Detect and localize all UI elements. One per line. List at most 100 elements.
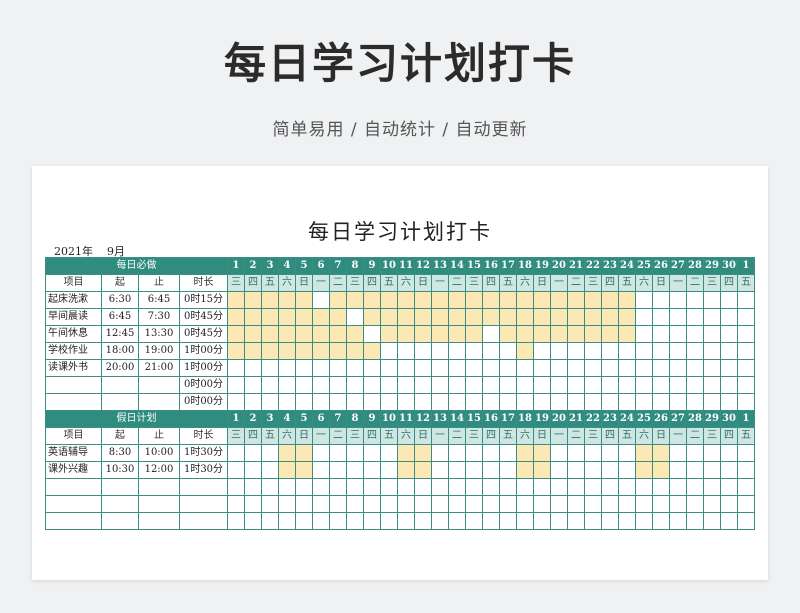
checkin-cell[interactable] xyxy=(397,495,415,513)
checkin-cell[interactable] xyxy=(737,461,755,479)
checkin-cell-done[interactable] xyxy=(516,461,534,479)
checkin-cell[interactable] xyxy=(431,512,449,530)
checkin-cell[interactable] xyxy=(652,478,670,496)
task-name[interactable] xyxy=(45,376,102,394)
checkin-cell[interactable] xyxy=(720,376,738,394)
checkin-cell[interactable] xyxy=(652,308,670,326)
checkin-cell-done[interactable] xyxy=(465,308,483,326)
checkin-cell-done[interactable] xyxy=(261,325,279,343)
checkin-cell[interactable] xyxy=(244,495,262,513)
checkin-cell[interactable] xyxy=(669,461,687,479)
checkin-cell[interactable] xyxy=(686,291,704,309)
checkin-cell[interactable] xyxy=(312,291,330,309)
task-end[interactable] xyxy=(138,495,180,513)
checkin-cell-done[interactable] xyxy=(329,342,347,360)
checkin-cell[interactable] xyxy=(448,359,466,377)
checkin-cell[interactable] xyxy=(227,461,245,479)
checkin-cell[interactable] xyxy=(652,393,670,411)
checkin-cell[interactable] xyxy=(414,512,432,530)
checkin-cell[interactable] xyxy=(482,512,500,530)
checkin-cell[interactable] xyxy=(533,342,551,360)
checkin-cell[interactable] xyxy=(737,291,755,309)
checkin-cell[interactable] xyxy=(618,512,636,530)
checkin-cell[interactable] xyxy=(601,478,619,496)
checkin-cell[interactable] xyxy=(584,495,602,513)
checkin-cell[interactable] xyxy=(346,512,364,530)
checkin-cell-done[interactable] xyxy=(380,325,398,343)
checkin-cell[interactable] xyxy=(414,376,432,394)
checkin-cell[interactable] xyxy=(703,495,721,513)
checkin-cell[interactable] xyxy=(703,512,721,530)
checkin-cell[interactable] xyxy=(329,376,347,394)
checkin-cell[interactable] xyxy=(618,495,636,513)
task-start[interactable] xyxy=(101,376,139,394)
task-name[interactable]: 起床洗漱 xyxy=(45,291,102,309)
checkin-cell-done[interactable] xyxy=(431,291,449,309)
checkin-cell-done[interactable] xyxy=(584,291,602,309)
checkin-cell[interactable] xyxy=(244,478,262,496)
checkin-cell[interactable] xyxy=(652,359,670,377)
checkin-cell[interactable] xyxy=(533,512,551,530)
checkin-cell[interactable] xyxy=(669,495,687,513)
checkin-cell[interactable] xyxy=(312,393,330,411)
checkin-cell[interactable] xyxy=(329,495,347,513)
checkin-cell[interactable] xyxy=(227,478,245,496)
checkin-cell[interactable] xyxy=(465,444,483,462)
checkin-cell[interactable] xyxy=(601,444,619,462)
checkin-cell[interactable] xyxy=(482,478,500,496)
checkin-cell[interactable] xyxy=(703,359,721,377)
checkin-cell-done[interactable] xyxy=(397,444,415,462)
checkin-cell-done[interactable] xyxy=(499,308,517,326)
checkin-cell[interactable] xyxy=(363,444,381,462)
checkin-cell[interactable] xyxy=(533,495,551,513)
task-start[interactable] xyxy=(101,393,139,411)
checkin-cell[interactable] xyxy=(703,444,721,462)
checkin-cell[interactable] xyxy=(346,359,364,377)
checkin-cell[interactable] xyxy=(550,495,568,513)
checkin-cell[interactable] xyxy=(397,393,415,411)
checkin-cell[interactable] xyxy=(635,393,653,411)
checkin-cell[interactable] xyxy=(703,342,721,360)
checkin-cell[interactable] xyxy=(329,359,347,377)
checkin-cell[interactable] xyxy=(431,376,449,394)
checkin-cell[interactable] xyxy=(295,495,313,513)
task-end[interactable]: 19:00 xyxy=(138,342,180,360)
task-start[interactable]: 8:30 xyxy=(101,444,139,462)
task-start[interactable] xyxy=(101,478,139,496)
checkin-cell-done[interactable] xyxy=(227,308,245,326)
checkin-cell[interactable] xyxy=(499,444,517,462)
checkin-cell-done[interactable] xyxy=(499,291,517,309)
checkin-cell[interactable] xyxy=(550,444,568,462)
checkin-cell[interactable] xyxy=(244,376,262,394)
checkin-cell-done[interactable] xyxy=(295,444,313,462)
checkin-cell[interactable] xyxy=(618,393,636,411)
checkin-cell-done[interactable] xyxy=(244,291,262,309)
checkin-cell[interactable] xyxy=(397,359,415,377)
checkin-cell-done[interactable] xyxy=(465,325,483,343)
task-name[interactable]: 课外兴趣 xyxy=(45,461,102,479)
checkin-cell[interactable] xyxy=(278,478,296,496)
checkin-cell[interactable] xyxy=(465,393,483,411)
task-start[interactable]: 20:00 xyxy=(101,359,139,377)
checkin-cell[interactable] xyxy=(261,478,279,496)
checkin-cell-done[interactable] xyxy=(533,291,551,309)
checkin-cell-done[interactable] xyxy=(533,461,551,479)
checkin-cell[interactable] xyxy=(584,376,602,394)
checkin-cell[interactable] xyxy=(737,376,755,394)
checkin-cell[interactable] xyxy=(499,512,517,530)
task-start[interactable] xyxy=(101,495,139,513)
checkin-cell-done[interactable] xyxy=(244,342,262,360)
checkin-cell[interactable] xyxy=(669,359,687,377)
checkin-cell[interactable] xyxy=(329,444,347,462)
checkin-cell[interactable] xyxy=(669,376,687,394)
checkin-cell[interactable] xyxy=(380,359,398,377)
task-end[interactable] xyxy=(138,376,180,394)
checkin-cell[interactable] xyxy=(397,342,415,360)
checkin-cell[interactable] xyxy=(567,478,585,496)
checkin-cell[interactable] xyxy=(618,376,636,394)
checkin-cell-done[interactable] xyxy=(448,308,466,326)
checkin-cell[interactable] xyxy=(346,495,364,513)
checkin-cell[interactable] xyxy=(295,359,313,377)
checkin-cell[interactable] xyxy=(567,393,585,411)
checkin-cell-done[interactable] xyxy=(652,461,670,479)
